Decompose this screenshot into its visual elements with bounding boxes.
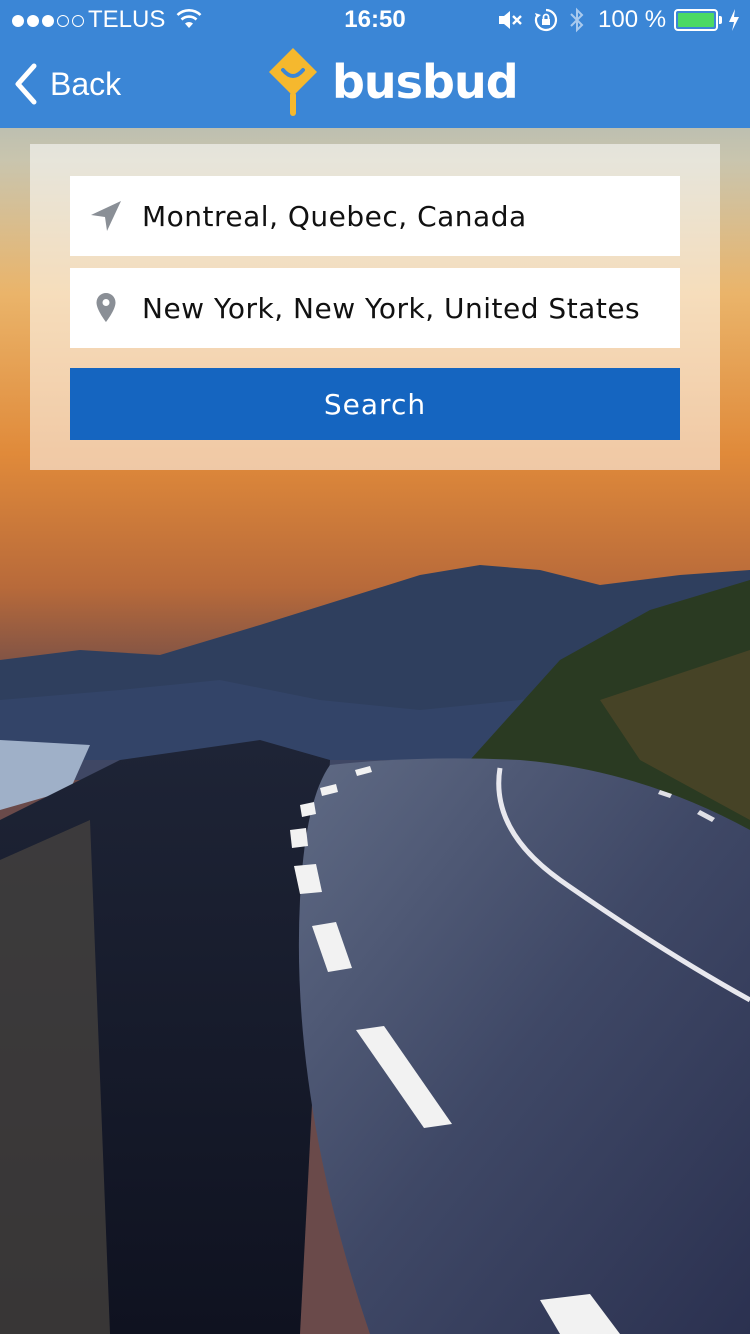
- back-chevron-icon: [15, 63, 37, 105]
- search-button[interactable]: Search: [70, 368, 680, 440]
- back-label: Back: [50, 65, 122, 102]
- battery-percentage: 100 %: [598, 6, 667, 33]
- map-pin-icon: [70, 292, 142, 324]
- logo-text: busbud: [332, 55, 519, 109]
- origin-field[interactable]: Montreal, Quebec, Canada: [70, 176, 680, 256]
- logo-pin-icon: [269, 48, 317, 116]
- app-header: TELUS 16:50 100 % Back busbud: [0, 0, 750, 128]
- wifi-icon: [176, 9, 202, 28]
- origin-value: Montreal, Quebec, Canada: [142, 199, 527, 233]
- battery-icon: [674, 9, 718, 31]
- destination-field[interactable]: New York, New York, United States: [70, 268, 680, 348]
- busbud-logo: busbud: [266, 46, 519, 118]
- destination-value: New York, New York, United States: [142, 291, 641, 325]
- back-button[interactable]: Back: [14, 58, 121, 110]
- location-arrow-icon: [70, 199, 142, 233]
- bluetooth-icon: [570, 7, 584, 33]
- carrier-name: TELUS: [88, 6, 166, 33]
- rotation-lock-icon: [534, 8, 558, 32]
- charging-icon: [729, 9, 739, 31]
- status-bar: TELUS 16:50 100 %: [0, 0, 750, 42]
- battery-tip: [719, 16, 722, 24]
- mute-icon: [499, 11, 522, 29]
- signal-strength-icon: [12, 8, 84, 34]
- search-panel: Montreal, Quebec, Canada New York, New Y…: [30, 144, 720, 470]
